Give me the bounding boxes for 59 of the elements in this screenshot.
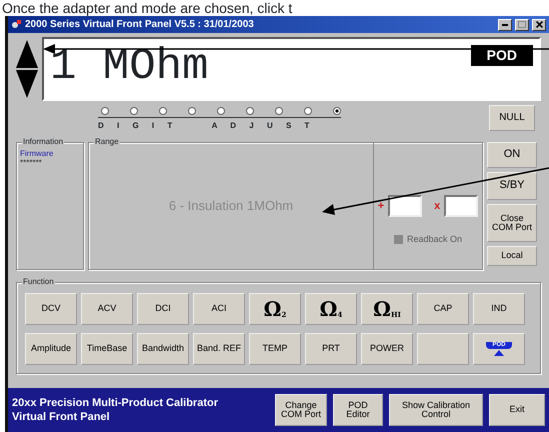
close-button[interactable] — [532, 18, 546, 30]
digit-radio[interactable] — [275, 107, 283, 115]
footer-button[interactable]: Change COM Port — [275, 394, 327, 426]
side-button[interactable]: Close COM Port — [487, 204, 537, 242]
function-button[interactable]: Bandwidth — [137, 333, 189, 365]
side-button[interactable]: Local — [487, 246, 537, 266]
function-button[interactable]: TEMP — [249, 333, 301, 365]
footer-button[interactable]: Show Calibration Control — [389, 394, 483, 426]
close-icon — [536, 21, 542, 28]
function-button[interactable]: Amplitude — [25, 333, 77, 365]
function-button[interactable]: Band. REF — [193, 333, 245, 365]
function-button[interactable]: CAP — [417, 293, 469, 325]
group-label: Range — [94, 136, 120, 148]
function-button[interactable]: IND — [473, 293, 525, 325]
window-title: 2000 Series Virtual Front Panel V5.5 : 31/01/2003 — [25, 18, 255, 32]
function-button[interactable]: PRT — [305, 333, 357, 365]
minimize-button[interactable] — [498, 18, 512, 30]
footer-button[interactable]: POD Editor — [333, 394, 383, 426]
footer-button[interactable]: Exit — [489, 394, 545, 426]
function-button[interactable]: POWER — [361, 333, 413, 365]
app-icon — [11, 19, 22, 30]
display-reading: 1 MOhm — [50, 41, 208, 94]
range-text: 6 - Insulation 1MOhm — [168, 197, 294, 216]
multiplier-field[interactable] — [444, 195, 478, 217]
digit-radio[interactable] — [217, 107, 225, 115]
offset-field[interactable] — [388, 195, 422, 217]
readback-label: Readback On — [406, 233, 462, 246]
digit-radio[interactable] — [188, 107, 196, 115]
digit-radio[interactable] — [101, 107, 109, 115]
function-button[interactable]: DCV — [25, 293, 77, 325]
multiply-marker: x — [434, 198, 440, 214]
footer-title: 20xx Precision Multi-Product Calibrator — [12, 396, 218, 410]
up-down-arrows-icon[interactable] — [16, 40, 38, 98]
triangle-icon — [494, 350, 504, 356]
footer-title: Virtual Front Panel — [12, 410, 111, 424]
function-button[interactable]: ACI — [193, 293, 245, 325]
function-button[interactable]: ACV — [81, 293, 133, 325]
function-button[interactable]: DCI — [137, 293, 189, 325]
function-button[interactable]: Ω$_{4}$ — [305, 293, 357, 325]
digit-radio[interactable] — [333, 107, 341, 115]
function-button[interactable]: Ω$_{2}$ — [249, 293, 301, 325]
null-button[interactable]: NULL — [489, 105, 535, 131]
digit-radio[interactable] — [246, 107, 254, 115]
digit-radio[interactable] — [159, 107, 167, 115]
minimize-icon — [502, 24, 508, 26]
firmware-value: ******* — [20, 158, 43, 167]
digit-radio[interactable] — [304, 107, 312, 115]
digit-adjust-label: D I G I T A D J U S T — [98, 117, 341, 132]
pod-badge: POD — [470, 45, 533, 66]
function-button[interactable]: TimeBase — [81, 333, 133, 365]
function-button[interactable]: Ω$_{HI}$ — [361, 293, 413, 325]
caption-text: Once the adapter and mode are chosen, click t — [1, 0, 294, 16]
maximize-icon — [518, 21, 526, 28]
digit-radio[interactable] — [130, 107, 138, 115]
maximize-button[interactable] — [515, 18, 529, 30]
firmware-link[interactable]: Firmware — [20, 149, 80, 158]
plus-marker: + — [378, 198, 384, 214]
side-button[interactable]: S/BY — [487, 172, 537, 200]
side-button[interactable]: ON — [487, 142, 537, 168]
